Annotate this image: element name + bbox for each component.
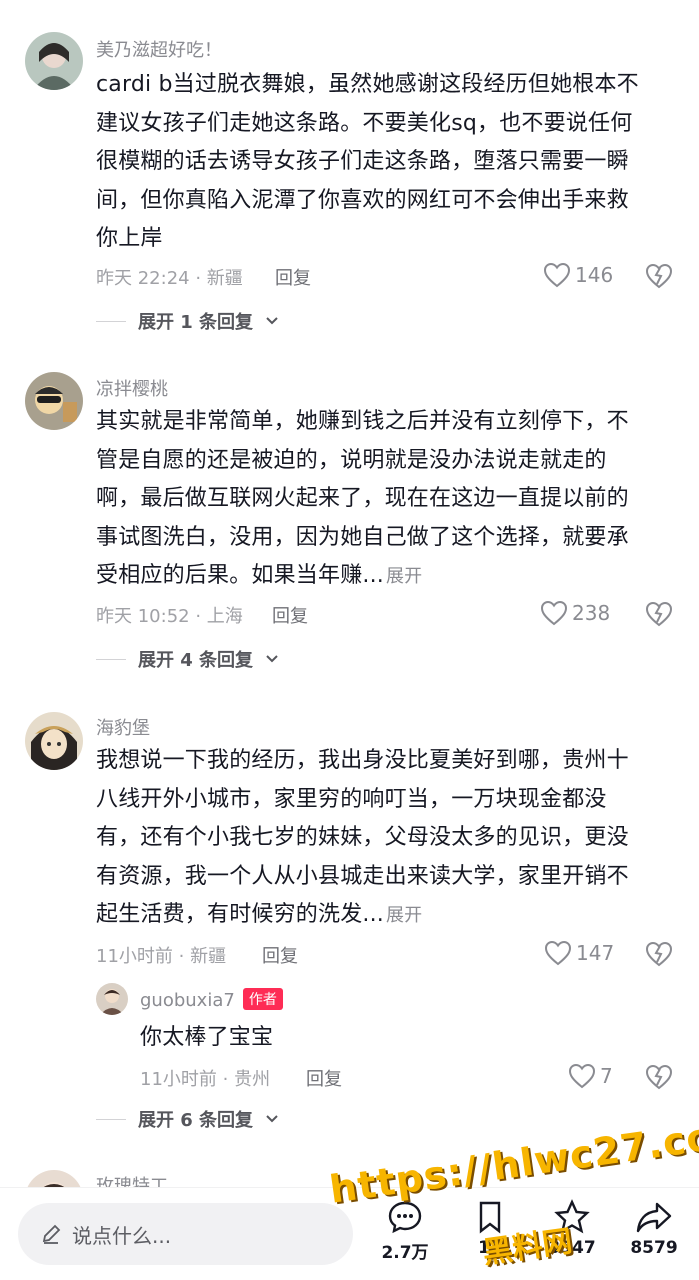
share-icon xyxy=(636,1202,672,1233)
comment-line-text: 受相应的后果。如果当年赚... xyxy=(96,563,384,588)
avatar[interactable] xyxy=(25,372,83,430)
divider xyxy=(96,320,126,322)
comment-line: 有，还有个小我七岁的妹妹，父母没太多的见识，更没 xyxy=(96,825,629,850)
pencil-icon xyxy=(42,1224,61,1244)
heart-icon xyxy=(540,600,568,626)
expand-text-button[interactable]: 展开 xyxy=(386,566,422,587)
comment-item: 凉拌樱桃 其实就是非常简单，她赚到钱之后并没有立刻停下，不 管是自愿的还是被迫的… xyxy=(0,345,699,685)
comment-line: cardi b当过脱衣舞娘，虽然她感谢这段经历但她根本不 xyxy=(96,72,639,97)
comment-action-button[interactable]: 2.7万 xyxy=(370,1198,440,1263)
reply-text: 你太棒了宝宝 xyxy=(140,1025,274,1050)
chevron-down-icon xyxy=(266,655,278,663)
avatar[interactable] xyxy=(25,712,83,770)
share-count: 8579 xyxy=(630,1238,678,1258)
expand-text-button[interactable]: 展开 xyxy=(386,905,422,926)
comment-text: cardi b当过脱衣舞娘，虽然她感谢这段经历但她根本不 建议女孩子们走她这条路… xyxy=(96,66,639,259)
expand-replies-label: 展开 1 条回复 xyxy=(138,312,254,333)
comment-text: 其实就是非常简单，她赚到钱之后并没有立刻停下，不 管是自愿的还是被迫的，说明就是… xyxy=(96,403,629,597)
dislike-icon[interactable] xyxy=(645,600,673,628)
comment-username[interactable]: 凉拌樱桃 xyxy=(96,375,168,401)
comment-line: 管是自愿的还是被迫的，说明就是没办法说走就走的 xyxy=(96,447,607,473)
like-button[interactable]: 7 xyxy=(568,1063,613,1089)
chevron-down-icon xyxy=(266,317,278,325)
comment-line: 事试图洗白，没用，因为她自己做了这个选择，就要承 xyxy=(96,524,629,550)
reply-button[interactable]: 回复 xyxy=(262,942,298,968)
comment-username[interactable]: 海豹堡 xyxy=(96,714,150,740)
author-badge: 作者 xyxy=(242,988,283,1010)
comment-line: 有资源，我一个人从小县城走出来读大学，家里开销不 xyxy=(96,863,629,889)
chevron-down-icon xyxy=(266,1115,278,1123)
expand-replies-button[interactable]: 展开 4 条回复 xyxy=(96,646,279,672)
comment-line: 我想说一下我的经历，我出身没比夏美好到哪，贵州十 xyxy=(96,748,629,773)
reply-username[interactable]: guobuxia7 作者 xyxy=(140,988,283,1011)
comment-input[interactable]: 说点什么... xyxy=(18,1203,353,1265)
comment-input-placeholder: 说点什么... xyxy=(72,1223,172,1248)
comment-line: 其实就是非常简单，她赚到钱之后并没有立刻停下，不 xyxy=(96,409,629,434)
avatar[interactable] xyxy=(25,32,83,90)
reply-username-text: guobuxia7 xyxy=(140,990,235,1011)
comment-text: 我想说一下我的经历，我出身没比夏美好到哪，贵州十 八线开外小城市，家里穷的响叮当… xyxy=(96,742,629,936)
comment-line: 八线开外小城市，家里穷的响叮当，一万块现金都没 xyxy=(96,786,607,812)
expand-replies-label: 展开 4 条回复 xyxy=(138,650,254,671)
like-count: 238 xyxy=(572,601,611,625)
avatar[interactable] xyxy=(96,983,128,1015)
reply-button[interactable]: 回复 xyxy=(275,264,311,290)
expand-replies-button[interactable]: 展开 1 条回复 xyxy=(96,308,279,334)
like-count: 147 xyxy=(576,941,615,965)
comment-line-text: 起生活费，有时候穷的洗发... xyxy=(96,902,384,927)
comment-line: 啊，最后做互联网火起来了，现在在这边一直提以前的 xyxy=(96,486,629,511)
divider xyxy=(96,658,126,660)
comment-icon xyxy=(388,1201,422,1234)
expand-replies-label: 展开 6 条回复 xyxy=(138,1110,254,1131)
comment-item: 海豹堡 我想说一下我的经历，我出身没比夏美好到哪，贵州十 八线开外小城市，家里穷… xyxy=(0,685,699,1160)
dislike-icon[interactable] xyxy=(645,1063,673,1091)
comment-username[interactable]: 美乃滋超好吃！ xyxy=(96,36,222,62)
comment-count: 2.7万 xyxy=(381,1243,429,1263)
comment-line: 建议女孩子们走她这条路。不要美化sq，也不要说任何 xyxy=(96,110,633,136)
dislike-icon[interactable] xyxy=(645,262,673,290)
comment-meta: 昨天 10:52 · 上海 xyxy=(96,606,243,627)
reply-button[interactable]: 回复 xyxy=(306,1065,342,1091)
dislike-icon[interactable] xyxy=(645,940,673,968)
comment-meta: 11小时前 · 新疆 xyxy=(96,946,227,967)
expand-replies-button[interactable]: 展开 6 条回复 xyxy=(96,1106,279,1132)
comment-line: 受相应的后果。如果当年赚... 展开 xyxy=(96,557,629,597)
comment-line: 起生活费，有时候穷的洗发... 展开 xyxy=(96,896,629,936)
like-button[interactable]: 147 xyxy=(544,940,614,966)
comment-meta: 昨天 22:24 · 新疆 xyxy=(96,268,243,289)
heart-icon xyxy=(543,262,571,288)
divider xyxy=(96,1118,126,1120)
reply-meta: 11小时前 · 贵州 xyxy=(140,1069,271,1090)
reply-button[interactable]: 回复 xyxy=(272,602,308,628)
like-button[interactable]: 238 xyxy=(540,600,610,626)
comment-line: 很模糊的话去诱导女孩子们走这条路，堕落只需要一瞬 xyxy=(96,149,629,174)
like-button[interactable]: 146 xyxy=(543,262,613,288)
heart-icon xyxy=(544,940,572,966)
comment-item: 美乃滋超好吃！ cardi b当过脱衣舞娘，虽然她感谢这段经历但她根本不 建议女… xyxy=(0,0,699,345)
like-count: 146 xyxy=(575,263,614,287)
like-count: 7 xyxy=(600,1064,613,1088)
comment-line: 间，但你真陷入泥潭了你喜欢的网红可不会伸出手来救 xyxy=(96,187,629,213)
share-action-button[interactable]: 8579 xyxy=(619,1198,689,1258)
comment-line: 你上岸 xyxy=(96,226,163,251)
heart-icon xyxy=(568,1063,596,1089)
